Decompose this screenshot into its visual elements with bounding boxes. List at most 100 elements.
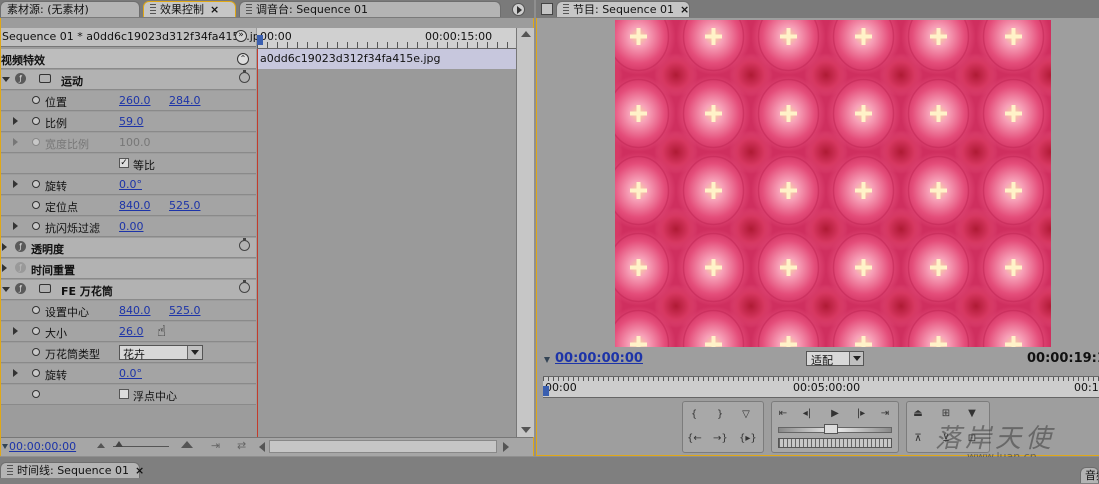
playhead-marker[interactable] <box>257 35 263 45</box>
expand-icon[interactable] <box>2 77 10 82</box>
effect-kaleidoscope[interactable]: ƒ FE 万花筒 <box>1 280 256 300</box>
motion-icon <box>39 284 51 293</box>
effect-motion[interactable]: ƒ 运动 <box>1 70 256 90</box>
kaleido-type-label: 万花筒类型 <box>45 348 100 361</box>
uniform-scale-checkbox[interactable]: ✓ <box>119 158 129 168</box>
anchor-y-value[interactable]: 525.0 <box>169 199 201 212</box>
effect-opacity[interactable]: ƒ 透明度 <box>1 238 256 258</box>
float-center-checkbox[interactable] <box>119 389 129 399</box>
panel-menu-button[interactable] <box>541 3 553 15</box>
shuttle-thumb[interactable] <box>824 424 838 434</box>
prop-kaleido-type: 万花筒类型 花卉 <box>1 343 256 363</box>
stopwatch-icon[interactable] <box>32 390 40 398</box>
fx-toggle-icon[interactable]: ƒ <box>15 241 26 252</box>
stopwatch-icon[interactable] <box>32 201 40 209</box>
reset-icon[interactable] <box>239 280 250 293</box>
expand-icon[interactable] <box>2 264 7 272</box>
stopwatch-icon[interactable] <box>32 369 40 377</box>
close-icon[interactable]: × <box>135 464 144 477</box>
center-x-value[interactable]: 840.0 <box>119 304 151 317</box>
prev-marker-icon[interactable]: ⇤ <box>776 407 790 421</box>
effect-timecode[interactable]: 00:00:00:00 <box>9 440 76 453</box>
clip-bar[interactable]: a0dd6c19023d312f34fa415e.jpg <box>257 49 516 69</box>
collapse-timeline-button[interactable]: » <box>235 30 247 42</box>
play-in-out-icon[interactable]: {▸} <box>739 432 757 446</box>
expand-icon[interactable] <box>2 243 7 251</box>
scroll-up-arrow-icon[interactable] <box>521 31 531 37</box>
anchor-x-value[interactable]: 840.0 <box>119 199 151 212</box>
position-y-value[interactable]: 284.0 <box>169 94 201 107</box>
tab-mixer[interactable]: 调音台: Sequence 01 <box>239 1 501 17</box>
mark-in-icon[interactable]: { <box>687 408 701 422</box>
reset-icon[interactable] <box>239 238 250 251</box>
scroll-right-arrow-icon[interactable] <box>503 442 509 452</box>
scroll-down-arrow-icon[interactable] <box>521 427 531 433</box>
collapse-up-icon[interactable]: ⌃ <box>237 53 249 65</box>
fx-toggle-icon[interactable]: ƒ <box>15 73 26 84</box>
clip-bar-label: a0dd6c19023d312f34fa415e.jpg <box>260 52 441 65</box>
extract-icon[interactable]: ⊼ <box>911 432 925 446</box>
keyframe-add-icon[interactable]: ⇄ <box>237 439 246 452</box>
scroll-left-arrow-icon[interactable] <box>259 442 265 452</box>
play-icon[interactable]: ▶ <box>828 407 842 421</box>
position-x-value[interactable]: 260.0 <box>119 94 151 107</box>
close-icon[interactable]: × <box>210 3 219 16</box>
grip-icon <box>246 4 252 14</box>
size-value[interactable]: 26.0 <box>119 325 144 338</box>
scale-value[interactable]: 59.0 <box>119 115 144 128</box>
fx-toggle-icon[interactable]: ƒ <box>15 283 26 294</box>
goto-out-icon[interactable]: →} <box>713 432 728 446</box>
rotation-value[interactable]: 0.0° <box>119 178 142 191</box>
close-icon[interactable]: × <box>680 3 689 16</box>
expand-icon[interactable] <box>13 180 18 188</box>
step-forward-icon[interactable]: |▸ <box>854 407 868 421</box>
zoom-in-icon[interactable] <box>181 441 193 448</box>
zoom-slider-thumb[interactable] <box>115 441 123 447</box>
anchor-label: 定位点 <box>45 201 78 214</box>
stopwatch-icon[interactable] <box>32 117 40 125</box>
stopwatch-icon[interactable] <box>32 96 40 104</box>
rotation-label: 旋转 <box>45 180 67 193</box>
panel-menu-button[interactable] <box>512 3 525 16</box>
center-y-value[interactable]: 525.0 <box>169 304 201 317</box>
grip-icon <box>563 4 569 14</box>
expand-icon[interactable] <box>13 369 18 377</box>
program-playhead[interactable] <box>543 386 549 396</box>
zoom-out-icon[interactable] <box>97 443 105 448</box>
goto-in-icon[interactable]: {← <box>687 432 702 446</box>
program-timecode[interactable]: 00:00:00:00 <box>555 351 643 366</box>
stopwatch-icon[interactable] <box>32 180 40 188</box>
keyframe-nav-icon[interactable]: ⇥ <box>211 439 220 452</box>
expand-icon[interactable] <box>13 327 18 335</box>
tab-program-label: 节目: Sequence 01 <box>573 3 674 16</box>
next-marker-icon[interactable]: ⇥ <box>878 407 892 421</box>
stopwatch-icon[interactable] <box>32 306 40 314</box>
horizontal-scrollbar[interactable] <box>269 440 497 453</box>
tab-program[interactable]: 节目: Sequence 01 × <box>556 1 690 17</box>
expand-icon[interactable] <box>2 287 10 292</box>
jog-wheel[interactable] <box>778 438 892 448</box>
fit-select[interactable]: 适配 <box>806 351 864 367</box>
mark-out-icon[interactable]: } <box>713 408 727 422</box>
expand-icon[interactable] <box>13 222 18 230</box>
effect-time-remap[interactable]: ƒ 时间重置 <box>1 259 256 279</box>
kaleido-rotation-value[interactable]: 0.0° <box>119 367 142 380</box>
stopwatch-icon[interactable] <box>32 222 40 230</box>
anti-flicker-value[interactable]: 0.00 <box>119 220 144 233</box>
lift-icon[interactable]: ⏏ <box>911 407 925 421</box>
vertical-scrollbar[interactable] <box>516 28 534 437</box>
set-marker-icon[interactable]: ▽ <box>739 408 753 422</box>
reset-icon[interactable] <box>239 70 250 83</box>
stopwatch-icon[interactable] <box>32 327 40 335</box>
effect-timeline-ruler[interactable]: 00:00 00:00:15:00 <box>257 28 516 49</box>
kaleido-type-select[interactable]: 花卉 <box>119 345 203 361</box>
tab-source[interactable]: 素材源: (无素材) <box>0 1 140 17</box>
tab-timeline[interactable]: 时间线: Sequence 01 × <box>0 462 144 478</box>
tab-audio[interactable]: 音频 <box>1080 467 1099 483</box>
tab-effect-controls[interactable]: 效果控制 × <box>143 1 236 17</box>
right-tab-bar: 节目: Sequence 01 × <box>536 0 1099 18</box>
step-back-icon[interactable]: ◂| <box>800 407 814 421</box>
stopwatch-icon[interactable] <box>32 348 40 356</box>
program-time-ruler[interactable]: 00:00 00:05:00:00 00:10 <box>543 376 1099 398</box>
expand-icon[interactable] <box>13 117 18 125</box>
